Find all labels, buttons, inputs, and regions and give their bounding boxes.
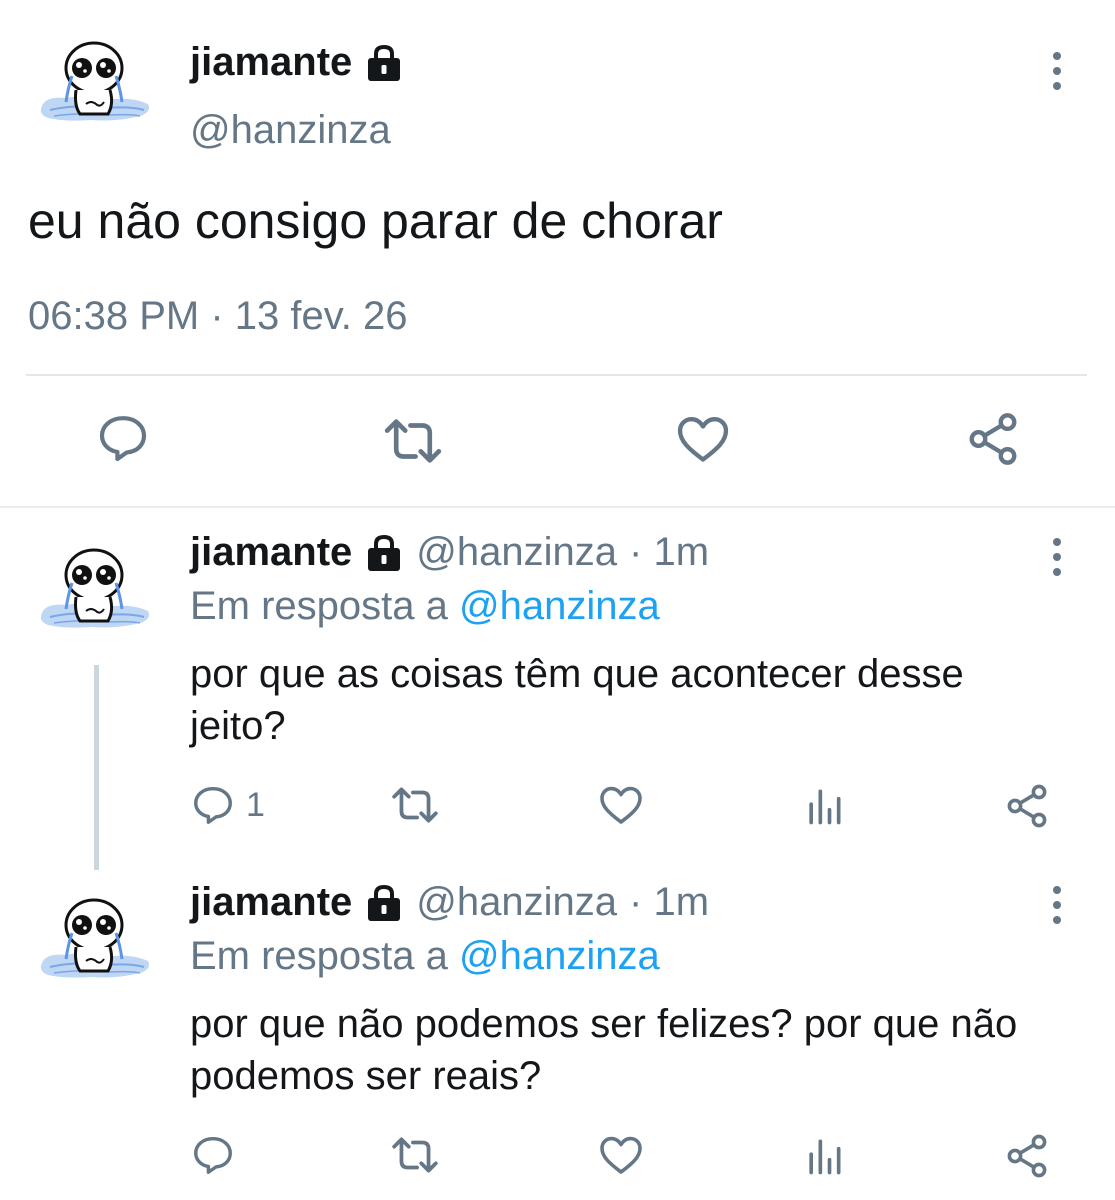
share-button[interactable] <box>1003 782 1051 830</box>
tweet-text: por que as coisas têm que acontecer dess… <box>190 652 964 748</box>
avatar[interactable] <box>36 895 156 1005</box>
like-icon <box>597 1131 645 1179</box>
reply-context: Em resposta a @hanzinza <box>190 934 660 979</box>
share-button[interactable] <box>964 410 1022 468</box>
analytics-icon <box>802 784 846 828</box>
mention-link[interactable]: @hanzinza <box>459 934 660 978</box>
like-button[interactable] <box>597 1131 645 1179</box>
more-icon[interactable] <box>1047 52 1067 90</box>
author-name[interactable]: jiamante <box>190 530 352 575</box>
reply-context: Em resposta a @hanzinza <box>190 584 660 629</box>
analytics-button[interactable] <box>802 784 846 828</box>
retweet-icon <box>390 1130 440 1180</box>
like-button[interactable] <box>674 410 732 468</box>
divider <box>26 374 1087 376</box>
retweet-button[interactable] <box>390 780 440 830</box>
thread-line <box>94 665 99 870</box>
reply-icon <box>190 782 236 828</box>
mention-link[interactable]: @hanzinza <box>459 584 660 628</box>
author-name[interactable]: jiamante <box>190 880 352 925</box>
reply-icon <box>190 1132 236 1178</box>
more-icon[interactable] <box>1047 538 1067 576</box>
share-icon <box>964 410 1022 468</box>
retweet-icon <box>390 780 440 830</box>
reply-prefix: Em resposta a <box>190 934 448 978</box>
lock-icon <box>364 533 404 573</box>
separator <box>0 506 1115 508</box>
reply-icon <box>95 410 151 466</box>
analytics-icon <box>802 1134 846 1178</box>
reply-header: jiamante @hanzinza · 1m <box>190 880 709 925</box>
like-button[interactable] <box>597 781 645 829</box>
share-icon <box>1003 1132 1051 1180</box>
reply-button[interactable]: 1 <box>190 782 265 828</box>
reply-header: jiamante @hanzinza · 1m <box>190 530 709 575</box>
reply-time: · 1m <box>629 880 710 924</box>
author-handle[interactable]: @hanzinza <box>416 880 617 925</box>
share-button[interactable] <box>1003 1132 1051 1180</box>
avatar[interactable] <box>36 38 156 148</box>
retweet-button[interactable] <box>382 410 444 472</box>
share-icon <box>1003 782 1051 830</box>
author-handle[interactable]: @hanzinza <box>190 108 391 153</box>
tweet-text: eu não consigo parar de chorar <box>28 193 723 249</box>
more-icon[interactable] <box>1047 886 1067 924</box>
analytics-button[interactable] <box>802 1134 846 1178</box>
author-name[interactable]: jiamante <box>190 40 352 85</box>
tweet-timestamp: 06:38 PM · 13 fev. 26 <box>28 294 408 338</box>
author-handle[interactable]: @hanzinza <box>416 530 617 575</box>
avatar[interactable] <box>36 545 156 655</box>
retweet-button[interactable] <box>390 1130 440 1180</box>
author-name-row[interactable]: jiamante <box>190 40 404 85</box>
retweet-icon <box>382 410 444 472</box>
like-icon <box>597 781 645 829</box>
reply-time: · 1m <box>629 530 710 574</box>
lock-icon <box>364 883 404 923</box>
tweet-text: por que não podemos ser felizes? por que… <box>190 1002 1018 1098</box>
reply-prefix: Em resposta a <box>190 584 448 628</box>
reply-button[interactable] <box>95 410 151 466</box>
reply-button[interactable] <box>190 1132 236 1178</box>
tweet-actions <box>0 410 1115 474</box>
like-icon <box>674 410 732 468</box>
lock-icon <box>364 43 404 83</box>
reply-count: 1 <box>246 785 265 824</box>
